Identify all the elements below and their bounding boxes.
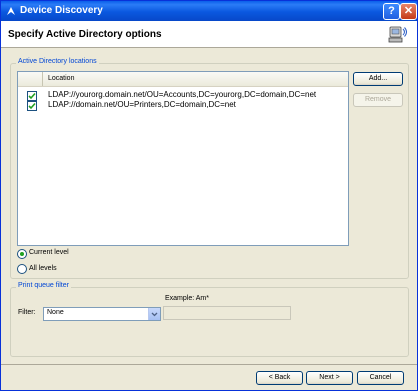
network-device-icon: [388, 26, 407, 43]
title-bar[interactable]: Device Discovery ? ✕: [1, 1, 417, 21]
checkmark-icon: [28, 92, 36, 100]
add-button[interactable]: Add...: [353, 72, 403, 86]
all-levels-label[interactable]: All levels: [29, 265, 57, 272]
example-hint: Example: Am*: [165, 295, 209, 302]
back-button[interactable]: < Back: [256, 371, 303, 385]
wizard-header: Specify Active Directory options: [1, 21, 417, 48]
list-item[interactable]: LDAP://domain.net/OU=Printers,DC=domain,…: [18, 100, 348, 111]
current-level-radio[interactable]: [17, 249, 27, 259]
next-button[interactable]: Next >: [306, 371, 353, 385]
location-checkbox[interactable]: [27, 101, 37, 111]
filter-label: Filter:: [18, 309, 36, 316]
filter-select-value: None: [47, 309, 64, 316]
page-title: Specify Active Directory options: [8, 29, 162, 40]
active-directory-legend: Active Directory locations: [16, 58, 99, 65]
check-column-header[interactable]: [18, 72, 43, 86]
location-list[interactable]: Location LDAP://yourorg.domain.net/OU=Ac…: [17, 71, 349, 246]
device-discovery-window: Device Discovery ? ✕ Specify Active Dire…: [0, 0, 418, 391]
dropdown-arrow-icon[interactable]: [148, 308, 160, 320]
print-queue-group: Print queue filter: [10, 282, 409, 357]
location-text: LDAP://yourorg.domain.net/OU=Accounts,DC…: [48, 90, 317, 99]
all-levels-radio[interactable]: [17, 264, 27, 274]
current-level-label[interactable]: Current level: [29, 249, 69, 256]
footer-divider: [1, 364, 417, 365]
filter-text-input[interactable]: [163, 306, 291, 320]
window-title: Device Discovery: [20, 5, 103, 16]
list-item[interactable]: LDAP://yourorg.domain.net/OU=Accounts,DC…: [18, 90, 348, 101]
remove-button[interactable]: Remove: [353, 93, 403, 107]
location-text: LDAP://domain.net/OU=Printers,DC=domain,…: [48, 100, 236, 109]
location-column-header[interactable]: Location: [48, 75, 74, 82]
filter-select[interactable]: None: [43, 307, 161, 321]
cancel-button[interactable]: Cancel: [357, 371, 404, 385]
checkmark-icon: [28, 102, 36, 110]
close-button[interactable]: ✕: [400, 3, 417, 20]
list-header: Location: [18, 72, 348, 87]
print-queue-legend: Print queue filter: [16, 282, 71, 289]
help-button[interactable]: ?: [383, 3, 400, 20]
app-icon: [7, 7, 15, 15]
radio-selected-dot: [20, 252, 24, 256]
